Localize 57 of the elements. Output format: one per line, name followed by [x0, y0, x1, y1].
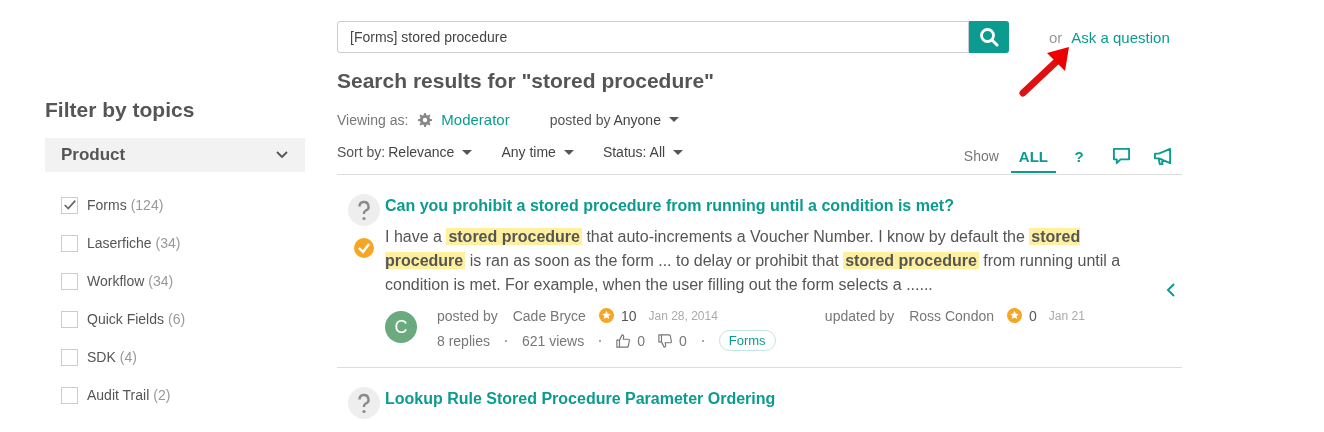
topic-label[interactable]: SDK: [87, 349, 116, 365]
product-group-header[interactable]: Product: [45, 138, 305, 172]
chat-bubble-icon: [1111, 147, 1131, 166]
checkbox[interactable]: [61, 310, 78, 328]
replies-count: 8 replies: [437, 332, 490, 349]
chevron-left-icon[interactable]: [1166, 283, 1176, 297]
topic-label[interactable]: Audit Trail: [87, 387, 150, 403]
role-link[interactable]: Moderator: [441, 111, 510, 128]
avatar: C: [385, 311, 417, 343]
viewing-label: Viewing as:: [337, 111, 409, 128]
checkbox[interactable]: [61, 348, 78, 366]
author-link[interactable]: Cade Bryce: [512, 307, 586, 324]
star-badge-icon: [1007, 308, 1022, 323]
filter-dropdown[interactable]: Any time: [498, 144, 574, 160]
posted-by-label: posted by: [437, 307, 498, 324]
topic-count: (4): [119, 349, 137, 365]
author-points: 10: [620, 307, 637, 324]
topic-label[interactable]: Forms: [87, 197, 127, 213]
gear-icon: [418, 112, 433, 127]
updater-link[interactable]: Ross Condon: [909, 307, 994, 324]
posted-date: Jan 28, 2014: [648, 308, 718, 323]
checkbox[interactable]: [61, 234, 78, 252]
thumbs-down-icon[interactable]: [658, 333, 672, 348]
sidebar-title: Filter by topics: [45, 98, 196, 122]
topic-count: (2): [153, 387, 171, 403]
updater-points: 0: [1029, 307, 1037, 324]
topic-label[interactable]: Quick Fields: [87, 311, 165, 327]
topic-count: (34): [155, 235, 181, 251]
topic-label[interactable]: Workflow: [87, 273, 145, 289]
ask-question-link[interactable]: Ask a question: [1071, 28, 1170, 46]
thumbs-up-icon[interactable]: [616, 333, 631, 348]
updated-by-label: updated by: [824, 307, 895, 324]
result-excerpt: I have a stored procedure that auto-increments a Voucher Number. I know by default the stored procedure is ran as soon as the form ... to delay or prohibit that stored procedure from running until a condition is met. For example, when the user filling out the form selects a ......: [385, 227, 1122, 295]
checkbox[interactable]: [61, 272, 78, 290]
posted-by-dropdown[interactable]: posted by Anyone: [549, 111, 679, 128]
topic-count: (34): [148, 273, 174, 289]
downvote-count: 0: [679, 332, 687, 349]
search-icon: [979, 27, 999, 47]
star-badge-icon: [598, 308, 614, 323]
sort-dropdown[interactable]: Sort by: Relevance: [337, 144, 473, 160]
megaphone-icon: [1152, 147, 1174, 166]
filter-dropdown[interactable]: Status: All: [599, 144, 684, 160]
question-icon: [348, 387, 380, 419]
results-heading: Search results for "stored procedure": [337, 69, 716, 93]
topic-label[interactable]: Laserfiche: [87, 235, 152, 251]
upvote-count: 0: [637, 332, 645, 349]
search-field[interactable]: [Forms] stored procedure: [337, 21, 969, 53]
question-icon: [348, 194, 380, 226]
checkbox[interactable]: [61, 196, 78, 214]
checkbox[interactable]: [61, 386, 78, 404]
topic-count: (124): [130, 197, 164, 213]
topic-count: (6): [168, 311, 186, 327]
updated-date: Jan 21: [1048, 308, 1085, 323]
views-count: 621 views: [521, 332, 585, 349]
or-label: or: [1049, 28, 1063, 46]
show-label: Show: [963, 148, 999, 164]
search-button[interactable]: [969, 21, 1009, 53]
